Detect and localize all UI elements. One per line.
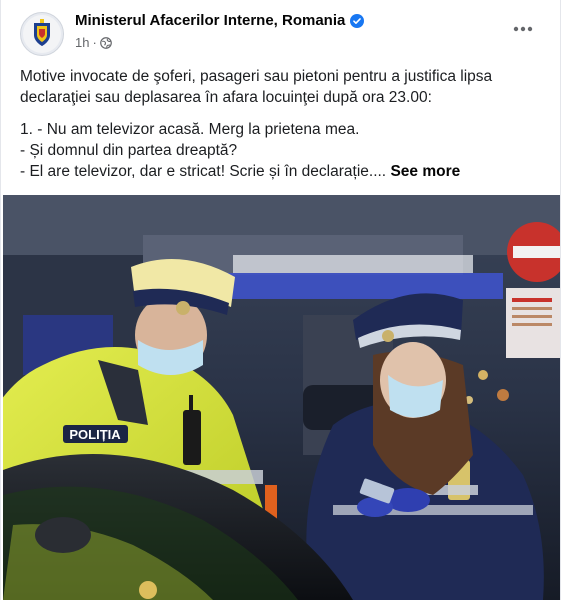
more-options-button[interactable] bbox=[510, 19, 536, 39]
dialogue-line: - El are televizor, dar e stricat! Scrie… bbox=[20, 163, 387, 180]
post-card: Ministerul Afacerilor Interne, Romania 1… bbox=[0, 0, 561, 600]
see-more-link[interactable]: See more bbox=[390, 163, 460, 180]
coat-of-arms-logo bbox=[23, 15, 61, 53]
post-photo[interactable]: POLIȚIA bbox=[3, 195, 560, 600]
more-options-icon bbox=[513, 26, 533, 32]
meta-separator: · bbox=[92, 35, 97, 50]
page-avatar[interactable] bbox=[20, 12, 64, 56]
police-checkpoint-photo: POLIȚIA bbox=[3, 195, 560, 600]
post-meta: 1h · bbox=[75, 35, 112, 50]
verified-badge-icon bbox=[350, 13, 365, 28]
globe-icon[interactable] bbox=[99, 36, 112, 49]
post-time[interactable]: 1h bbox=[75, 35, 89, 50]
post-text-line: declaraţiei sau deplasarea în afara locu… bbox=[20, 89, 432, 106]
dialogue-line: 1. - Nu am televizor acasă. Merg la prie… bbox=[20, 121, 360, 138]
vest-label: POLIȚIA bbox=[69, 427, 121, 442]
page-name-row: Ministerul Afacerilor Interne, Romania bbox=[75, 12, 365, 29]
page-name-link[interactable]: Ministerul Afacerilor Interne, Romania bbox=[75, 12, 345, 29]
post-text: Motive invocate de şoferi, pasageri sau … bbox=[20, 66, 542, 182]
post-text-line: Motive invocate de şoferi, pasageri sau … bbox=[20, 68, 493, 85]
dialogue-line: - Și domnul din partea dreaptă? bbox=[20, 142, 238, 159]
post-header: Ministerul Afacerilor Interne, Romania 1… bbox=[15, 10, 546, 56]
dialogue-line-last: - El are televizor, dar e stricat! Scrie… bbox=[20, 161, 542, 182]
